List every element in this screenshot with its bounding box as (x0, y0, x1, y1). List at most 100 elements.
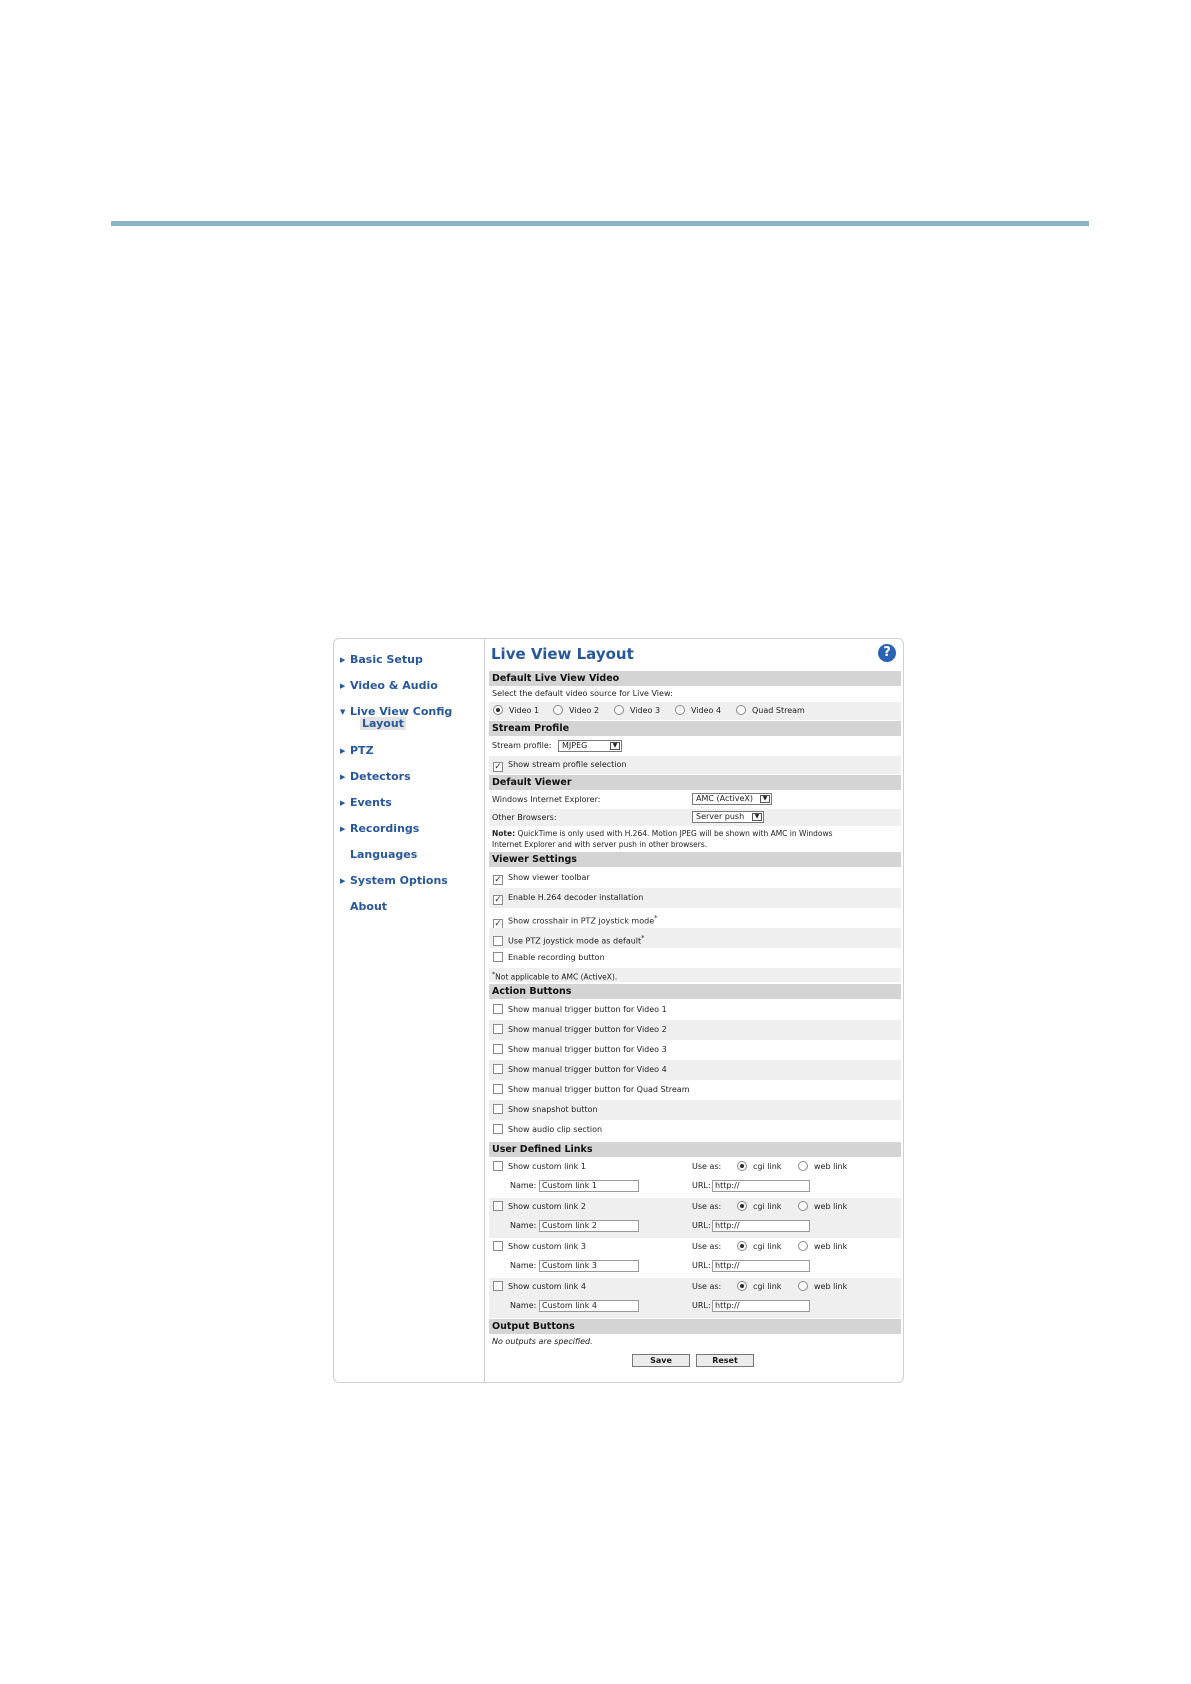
trigger-video-1-checkbox[interactable] (493, 1004, 503, 1014)
default-video-instruction: Select the default video source for Live… (492, 689, 673, 698)
trigger-quad-stream-checkbox[interactable] (493, 1084, 503, 1094)
custom-link-2-web-radio[interactable]: web link (798, 1200, 847, 1214)
show-stream-profile-selection-checkbox[interactable]: ✓ (493, 762, 503, 772)
chevron-right-icon: ▶ (340, 747, 346, 755)
custom-link-4-cgi-radio[interactable]: cgi link (737, 1280, 781, 1294)
sidebar: ▶ Basic Setup ▶ Video & Audio ▼ Live View C… (334, 639, 485, 1382)
action-button-row: Show manual trigger button for Video 2 (489, 1020, 901, 1040)
dropdown-arrow-icon: ▼ (760, 795, 770, 803)
sidebar-item-languages[interactable]: Languages (340, 848, 417, 861)
trigger-video-4-checkbox[interactable] (493, 1064, 503, 1074)
sidebar-subitem-layout[interactable]: Layout (360, 717, 406, 730)
chevron-right-icon: ▶ (340, 773, 346, 781)
custom-link-2-url-input[interactable]: http:// (712, 1220, 810, 1232)
dropdown-arrow-icon: ▼ (752, 813, 762, 821)
action-button-row: Show manual trigger button for Video 1 (489, 1000, 901, 1020)
viewer-setting-row: Use PTZ joystick mode as default* (489, 928, 901, 948)
chevron-right-icon: ▶ (340, 682, 346, 690)
ie-viewer-select[interactable]: AMC (ActiveX) ▼ (692, 793, 772, 805)
main-panel: Live View Layout ? Default Live View Vid… (486, 639, 903, 1382)
custom-link-4-url-input[interactable]: http:// (712, 1300, 810, 1312)
action-button-row: Show manual trigger button for Video 3 (489, 1040, 901, 1060)
dropdown-arrow-icon: ▼ (610, 741, 620, 750)
section-stream-profile: Stream Profile (489, 721, 901, 736)
chevron-down-icon: ▼ (340, 708, 346, 716)
custom-link-2-cgi-radio[interactable]: cgi link (737, 1200, 781, 1214)
admin-window: ▶ Basic Setup ▶ Video & Audio ▼ Live View C… (333, 638, 904, 1383)
action-button-row: Show snapshot button (489, 1100, 901, 1120)
radio-video-2[interactable]: Video 2 (553, 702, 599, 720)
sidebar-item-system-options[interactable]: ▶ System Options (340, 874, 448, 887)
section-output-buttons: Output Buttons (489, 1319, 901, 1334)
trigger-video-2-checkbox[interactable] (493, 1024, 503, 1034)
chevron-right-icon: ▶ (340, 877, 346, 885)
custom-link-3-name-input[interactable]: Custom link 3 (539, 1260, 639, 1272)
sidebar-item-detectors[interactable]: ▶ Detectors (340, 770, 411, 783)
custom-link-block: Show custom link 4 Use as: cgi link web … (489, 1278, 901, 1318)
chevron-right-icon: ▶ (340, 799, 346, 807)
viewer-setting-row: ✓ Enable H.264 decoder installation (489, 888, 901, 908)
viewer-settings-footnote: *Not applicable to AMC (ActiveX). (489, 968, 901, 982)
chevron-right-icon: ▶ (340, 656, 346, 664)
custom-link-3-checkbox[interactable] (493, 1241, 503, 1251)
stream-profile-select[interactable]: MJPEG ▼ (558, 739, 622, 752)
custom-link-block: Show custom link 3 Use as: cgi link web … (489, 1238, 901, 1278)
snapshot-button-checkbox[interactable] (493, 1104, 503, 1114)
show-viewer-toolbar-checkbox[interactable]: ✓ (493, 875, 503, 885)
custom-link-2-checkbox[interactable] (493, 1201, 503, 1211)
sidebar-item-basic-setup[interactable]: ▶ Basic Setup (340, 653, 423, 666)
sidebar-item-video-audio[interactable]: ▶ Video & Audio (340, 679, 438, 692)
other-browsers-row: Other Browsers: Server push ▼ (489, 809, 901, 826)
custom-link-2-name-input[interactable]: Custom link 2 (539, 1220, 639, 1232)
chevron-right-icon: ▶ (340, 825, 346, 833)
section-viewer-settings: Viewer Settings (489, 852, 901, 867)
show-stream-profile-selection-row: ✓ Show stream profile selection (489, 756, 901, 774)
default-video-options: Video 1 Video 2 Video 3 Video 4 Quad Str… (489, 702, 901, 720)
custom-link-3-url-input[interactable]: http:// (712, 1260, 810, 1272)
action-button-row: Show manual trigger button for Quad Stre… (489, 1080, 901, 1100)
help-icon[interactable]: ? (878, 644, 896, 662)
custom-link-4-checkbox[interactable] (493, 1281, 503, 1291)
section-user-defined-links: User Defined Links (489, 1142, 901, 1157)
custom-link-1-cgi-radio[interactable]: cgi link (737, 1160, 781, 1174)
custom-link-3-cgi-radio[interactable]: cgi link (737, 1240, 781, 1254)
radio-video-1[interactable]: Video 1 (493, 702, 539, 720)
section-action-buttons: Action Buttons (489, 984, 901, 999)
output-buttons-note: No outputs are specified. (492, 1337, 593, 1346)
custom-link-1-url-input[interactable]: http:// (712, 1180, 810, 1192)
custom-link-1-web-radio[interactable]: web link (798, 1160, 847, 1174)
custom-link-4-web-radio[interactable]: web link (798, 1280, 847, 1294)
viewer-setting-row: Enable recording button (489, 948, 901, 968)
ie-viewer-row: Windows Internet Explorer: AMC (ActiveX)… (489, 791, 901, 808)
action-button-row: Show manual trigger button for Video 4 (489, 1060, 901, 1080)
viewer-setting-row: ✓ Show crosshair in PTZ joystick mode* (493, 914, 658, 929)
sidebar-item-recordings[interactable]: ▶ Recordings (340, 822, 419, 835)
radio-video-3[interactable]: Video 3 (614, 702, 660, 720)
page-title: Live View Layout (491, 645, 634, 663)
save-button[interactable]: Save (632, 1354, 690, 1367)
sidebar-item-ptz[interactable]: ▶ PTZ (340, 744, 374, 757)
page-header-rule (111, 221, 1089, 226)
audio-clip-section-checkbox[interactable] (493, 1124, 503, 1134)
reset-button[interactable]: Reset (696, 1354, 754, 1367)
trigger-video-3-checkbox[interactable] (493, 1044, 503, 1054)
section-default-live-view-video: Default Live View Video (489, 671, 901, 686)
other-browsers-select[interactable]: Server push ▼ (692, 811, 764, 823)
custom-link-block: Show custom link 2 Use as: cgi link web … (489, 1198, 901, 1238)
radio-quad-stream[interactable]: Quad Stream (736, 702, 805, 720)
custom-link-block: Show custom link 1 Use as: cgi link web … (489, 1158, 901, 1198)
enable-h264-decoder-checkbox[interactable]: ✓ (493, 895, 503, 905)
action-button-row: Show audio clip section (489, 1120, 901, 1140)
enable-recording-button-checkbox[interactable] (493, 952, 503, 962)
sidebar-item-events[interactable]: ▶ Events (340, 796, 392, 809)
radio-video-4[interactable]: Video 4 (675, 702, 721, 720)
sidebar-item-about[interactable]: About (340, 900, 387, 913)
custom-link-1-name-input[interactable]: Custom link 1 (539, 1180, 639, 1192)
section-default-viewer: Default Viewer (489, 775, 901, 790)
use-ptz-joystick-default-checkbox[interactable] (493, 935, 503, 946)
custom-link-3-web-radio[interactable]: web link (798, 1240, 847, 1254)
custom-link-1-checkbox[interactable] (493, 1161, 503, 1171)
viewer-setting-row: ✓ Show viewer toolbar (493, 873, 590, 885)
custom-link-4-name-input[interactable]: Custom link 4 (539, 1300, 639, 1312)
stream-profile-row: Stream profile: MJPEG ▼ (489, 737, 901, 755)
